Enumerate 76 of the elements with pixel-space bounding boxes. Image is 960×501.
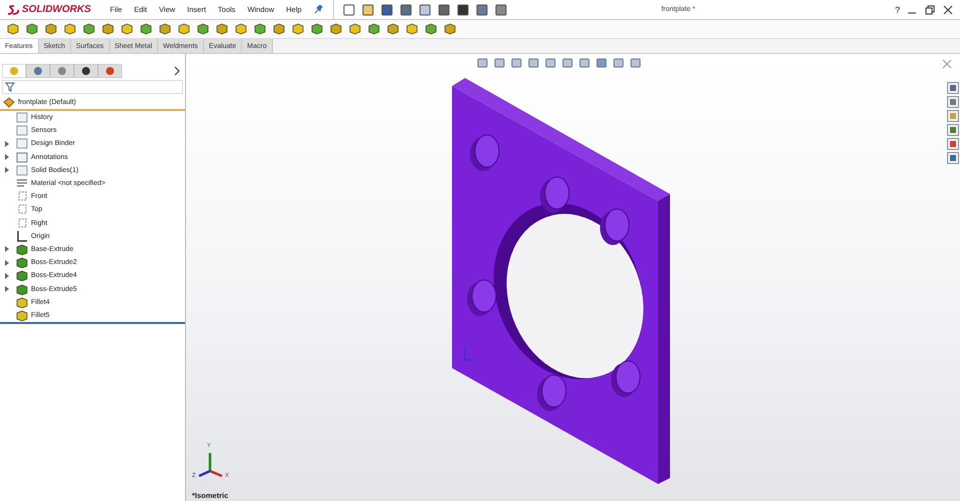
origin-icon: [16, 230, 28, 242]
fillet-icon: [16, 296, 28, 308]
feature-tool-icon[interactable]: [82, 22, 96, 36]
feature-tool-icon[interactable]: [329, 22, 343, 36]
plane-icon: [16, 191, 28, 202]
toolbar-icon[interactable]: [418, 2, 432, 16]
filter-field[interactable]: [2, 80, 183, 94]
feature-tool-icon[interactable]: [443, 22, 457, 36]
feature-tool-icon[interactable]: [158, 22, 172, 36]
feature-tool-icon[interactable]: [6, 22, 20, 36]
toolbar-icon[interactable]: [474, 2, 489, 16]
filter-icon: [5, 82, 15, 92]
feature-tool-icon[interactable]: [291, 22, 305, 36]
folder-icon: [16, 125, 28, 136]
chevron-right-icon[interactable]: [173, 66, 181, 76]
view-tool-icon[interactable]: [476, 57, 489, 69]
plane-icon: [16, 204, 28, 216]
toolbar-icon[interactable]: [360, 2, 375, 16]
feature-tool-icon[interactable]: [44, 22, 58, 36]
feature-tool-icon[interactable]: [310, 22, 324, 36]
fillet-icon: [16, 310, 28, 321]
feature-tool-icon[interactable]: [196, 22, 210, 36]
extrude-icon: [16, 284, 28, 295]
view-tool-icon[interactable]: [527, 57, 540, 69]
material-icon: [16, 178, 28, 190]
folder-icon: [16, 112, 28, 124]
view-tool-icon[interactable]: [544, 57, 557, 69]
feature-tool-icon[interactable]: [424, 22, 438, 36]
logo-mark-icon: [6, 4, 20, 16]
task-pane-icon[interactable]: [947, 138, 959, 150]
extrude-icon: [16, 244, 28, 255]
panel-tab-icon[interactable]: [74, 64, 98, 78]
annotation-icon: [16, 152, 28, 163]
task-pane-icon[interactable]: [947, 152, 959, 164]
view-tool-icon[interactable]: [612, 57, 625, 69]
folder-icon: [16, 164, 28, 176]
task-pane-icon[interactable]: [947, 96, 959, 108]
task-pane-icon[interactable]: [947, 124, 959, 136]
feature-tool-icon[interactable]: [405, 22, 419, 36]
view-tool-icon[interactable]: [510, 57, 523, 69]
toolbar-icon[interactable]: [456, 2, 470, 16]
close-icon[interactable]: [942, 4, 954, 16]
feature-tool-icon[interactable]: [215, 22, 229, 36]
feature-tool-icon[interactable]: [272, 22, 286, 36]
toolbar-icon[interactable]: [436, 2, 451, 16]
view-tool-icon[interactable]: [561, 57, 574, 69]
feature-tool-icon[interactable]: [120, 22, 134, 36]
view-tool-icon[interactable]: [493, 57, 506, 69]
feature-tool-icon[interactable]: [177, 22, 191, 36]
toolbar-icon[interactable]: [342, 2, 356, 16]
plane-icon: [16, 218, 28, 229]
pin-icon[interactable]: [314, 5, 323, 14]
toolbar-icon[interactable]: [494, 2, 508, 16]
view-tool-icon[interactable]: [578, 57, 591, 69]
feature-tool-icon[interactable]: [234, 22, 248, 36]
toolbar-icon[interactable]: [380, 2, 394, 16]
feature-tool-icon[interactable]: [386, 22, 400, 36]
feature-tool-icon[interactable]: [253, 22, 267, 36]
part-icon: [3, 97, 15, 108]
task-pane-icon[interactable]: [947, 82, 959, 94]
feature-tool-icon[interactable]: [63, 22, 77, 36]
view-tool-icon[interactable]: [629, 57, 642, 69]
folder-icon: [16, 138, 28, 150]
restore-icon[interactable]: [924, 4, 936, 16]
toolbar-icon[interactable]: [398, 2, 413, 16]
task-pane-icon[interactable]: [947, 110, 959, 122]
feature-tool-icon[interactable]: [367, 22, 381, 36]
feature-tool-icon[interactable]: [101, 22, 115, 36]
solidworks-logo: SOLIDWORKS: [21, 4, 92, 15]
help-button[interactable]: ?: [894, 4, 900, 14]
view-tool-icon[interactable]: [595, 57, 608, 69]
feature-tool-icon[interactable]: [139, 22, 153, 36]
extrude-icon: [16, 270, 28, 282]
extrude-icon: [16, 257, 28, 268]
feature-tool-icon[interactable]: [25, 22, 39, 36]
feature-tool-icon[interactable]: [348, 22, 362, 36]
